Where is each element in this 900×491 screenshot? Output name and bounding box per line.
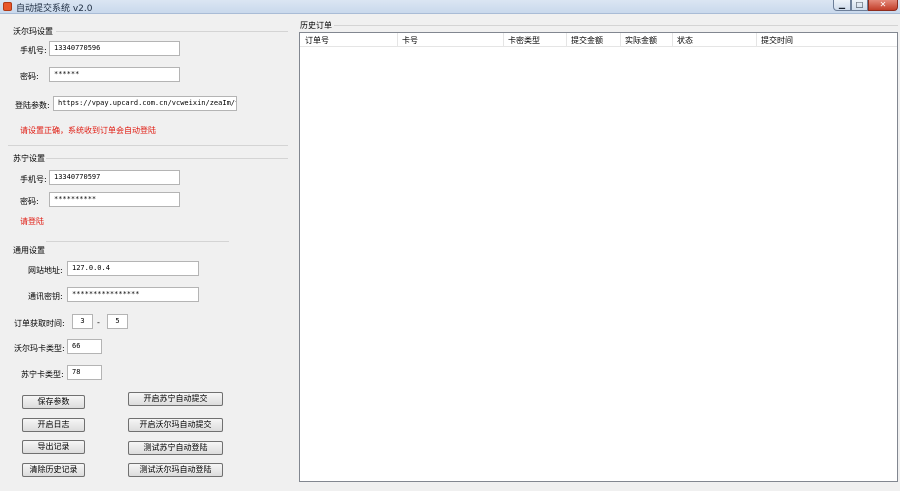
walmart-login-params-label: 登陆参数: [15, 101, 50, 110]
close-button[interactable]: ✕ [868, 0, 898, 11]
column-header-submit-time[interactable]: 提交时间 [761, 35, 793, 46]
suning-password-label: 密码: [20, 197, 39, 206]
order-interval-to-input[interactable]: 5 [107, 314, 128, 329]
start-suning-submit-button[interactable]: 开启苏宁自动提交 [128, 392, 223, 406]
column-header-card-type[interactable]: 卡密类型 [508, 35, 540, 46]
walmart-settings-title: 沃尔玛设置 [13, 27, 53, 36]
walmart-phone-input[interactable]: 13340770596 [49, 41, 180, 56]
comm-key-input[interactable]: **************** [67, 287, 199, 302]
walmart-settings-divider [56, 31, 288, 32]
app-icon [3, 2, 12, 11]
history-orders-table[interactable]: 订单号 卡号 卡密类型 提交金额 实际金额 状态 提交时间 [299, 32, 898, 482]
suning-card-type-input[interactable]: 78 [67, 365, 102, 380]
general-settings-title: 通用设置 [13, 246, 45, 255]
start-walmart-submit-button[interactable]: 开启沃尔玛自动提交 [128, 418, 223, 432]
column-separator[interactable] [397, 33, 398, 47]
column-header-actual-amount[interactable]: 实际金额 [625, 35, 657, 46]
walmart-password-label: 密码: [20, 72, 39, 81]
column-separator[interactable] [672, 33, 673, 47]
maximize-button[interactable]: □ [851, 0, 868, 11]
walmart-card-type-input[interactable]: 66 [67, 339, 102, 354]
column-header-submit-amount[interactable]: 提交金额 [571, 35, 603, 46]
open-log-button[interactable]: 开启日志 [22, 418, 85, 432]
export-records-button[interactable]: 导出记录 [22, 440, 85, 454]
history-orders-title: 历史订单 [300, 21, 332, 30]
test-walmart-login-button[interactable]: 测试沃尔玛自动登陆 [128, 463, 223, 477]
clear-history-button[interactable]: 清除历史记录 [22, 463, 85, 477]
suning-card-type-label: 苏宁卡类型: [21, 370, 64, 379]
history-orders-divider [334, 25, 898, 26]
column-separator[interactable] [620, 33, 621, 47]
suning-settings-title: 苏宁设置 [13, 154, 45, 163]
suning-password-input[interactable]: ********** [49, 192, 180, 207]
column-header-card-no[interactable]: 卡号 [402, 35, 418, 46]
walmart-phone-label: 手机号: [20, 46, 47, 55]
window-titlebar: 自动提交系统 v2.0 ▁ □ ✕ [0, 0, 900, 14]
walmart-card-type-label: 沃尔玛卡类型: [14, 344, 65, 353]
walmart-hint: 请设置正确，系统收到订单会自动登陆 [20, 126, 156, 135]
suning-settings-divider [46, 158, 288, 159]
save-params-button[interactable]: 保存参数 [22, 395, 85, 409]
column-separator[interactable] [503, 33, 504, 47]
walmart-login-params-input[interactable]: https://vpay.upcard.com.cn/vcweixin/zeaI… [53, 96, 237, 111]
site-address-label: 网站地址: [28, 266, 63, 275]
table-header: 订单号 卡号 卡密类型 提交金额 实际金额 状态 提交时间 [300, 33, 897, 47]
column-separator[interactable] [756, 33, 757, 47]
column-header-order-no[interactable]: 订单号 [305, 35, 329, 46]
walmart-password-input[interactable]: ****** [49, 67, 180, 82]
window-title: 自动提交系统 v2.0 [16, 4, 93, 14]
order-interval-separator: - [97, 318, 100, 327]
order-interval-from-input[interactable]: 3 [72, 314, 93, 329]
walmart-group-bottom [8, 145, 288, 146]
suning-phone-label: 手机号: [20, 175, 47, 184]
suning-phone-input[interactable]: 13340770597 [49, 170, 180, 185]
column-header-status[interactable]: 状态 [677, 35, 693, 46]
minimize-button[interactable]: ▁ [833, 0, 851, 11]
column-separator[interactable] [566, 33, 567, 47]
site-address-input[interactable]: 127.0.0.4 [67, 261, 199, 276]
order-interval-label: 订单获取时间: [14, 319, 65, 328]
test-suning-login-button[interactable]: 测试苏宁自动登陆 [128, 441, 223, 455]
suning-login-status: 请登陆 [20, 217, 44, 226]
general-settings-divider [46, 241, 229, 242]
comm-key-label: 通讯密钥: [28, 292, 63, 301]
